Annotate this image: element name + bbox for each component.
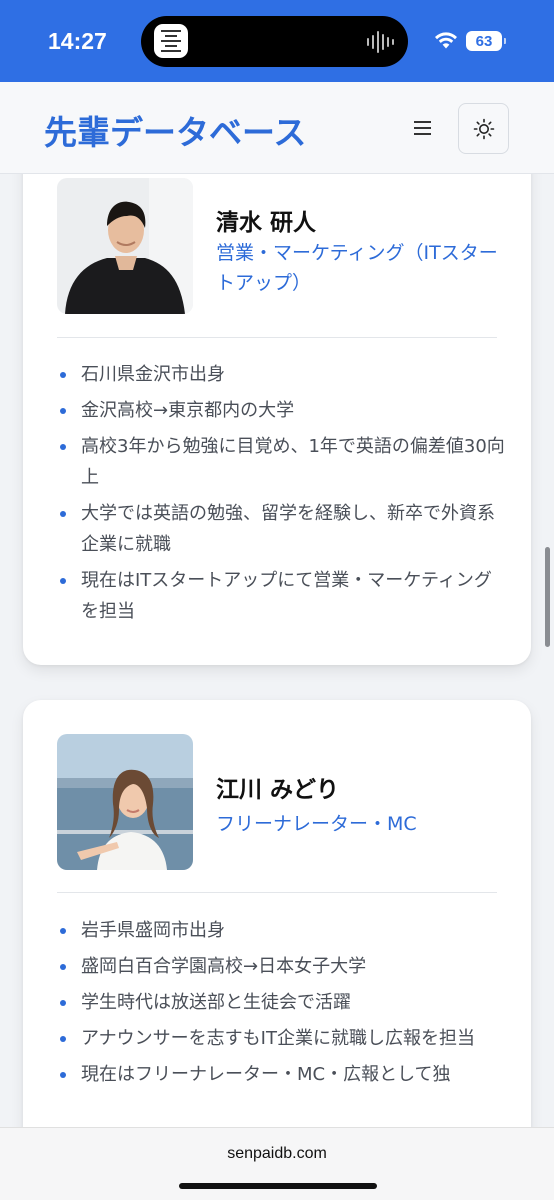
bio-list: 石川県金沢市出身 金沢高校→東京都内の大学 高校3年から勉強に目覚め、1年で英語…: [57, 359, 505, 632]
browser-address-bar[interactable]: senpaidb.com: [0, 1127, 554, 1200]
person-role: 営業・マーケティング（ITスタートアップ）: [216, 242, 498, 294]
person-role: フリーナレーター・MC: [216, 813, 417, 835]
wifi-icon: [435, 32, 457, 49]
bio-item: 金沢高校→東京都内の大学: [57, 395, 505, 426]
scrollbar[interactable]: [545, 547, 550, 647]
person-name: 江川 みどり: [216, 777, 340, 803]
bio-item: 現在はフリーナレーター・MC・広報として独: [57, 1059, 505, 1090]
home-indicator[interactable]: [179, 1183, 377, 1189]
theme-toggle-button[interactable]: [458, 103, 509, 154]
bio-item: 岩手県盛岡市出身: [57, 915, 505, 946]
app-header: 先輩データベース: [0, 82, 554, 174]
battery-indicator: 63: [466, 31, 506, 51]
sun-icon: [473, 118, 494, 139]
profile-photo: [57, 734, 193, 870]
audio-waveform-icon: [367, 30, 394, 54]
bio-item: 石川県金沢市出身: [57, 359, 505, 390]
site-title[interactable]: 先輩データベース: [44, 106, 306, 154]
bio-item: 盛岡白百合学園高校→日本女子大学: [57, 951, 505, 982]
now-playing-thumbnail: [154, 24, 188, 58]
profile-photo: [57, 178, 193, 314]
url-text[interactable]: senpaidb.com: [0, 1145, 554, 1163]
status-bar: 14:27 63: [0, 0, 554, 82]
person-name: 清水 研人: [216, 210, 317, 236]
profile-card: 江川 みどり フリーナレーター・MC 岩手県盛岡市出身 盛岡白百合学園高校→日本…: [23, 700, 531, 1200]
bio-list: 岩手県盛岡市出身 盛岡白百合学園高校→日本女子大学 学生時代は放送部と生徒会で活…: [57, 915, 505, 1095]
hamburger-menu-icon[interactable]: [404, 110, 440, 146]
bio-item: アナウンサーを志すもIT企業に就職し広報を担当: [57, 1023, 505, 1054]
bio-item: 学生時代は放送部と生徒会で活躍: [57, 987, 505, 1018]
divider: [57, 892, 497, 893]
status-time: 14:27: [48, 28, 107, 54]
bio-item: 現在はITスタートアップにて営業・マーケティングを担当: [57, 565, 505, 627]
dynamic-island[interactable]: [141, 16, 408, 67]
profile-card: 清水 研人 営業・マーケティング（ITスタートアップ） 石川県金沢市出身 金沢高…: [23, 120, 531, 665]
bio-item: 大学では英語の勉強、留学を経験し、新卒で外資系企業に就職: [57, 498, 505, 560]
bio-item: 高校3年から勉強に目覚め、1年で英語の偏差値30向上: [57, 431, 505, 493]
divider: [57, 337, 497, 338]
